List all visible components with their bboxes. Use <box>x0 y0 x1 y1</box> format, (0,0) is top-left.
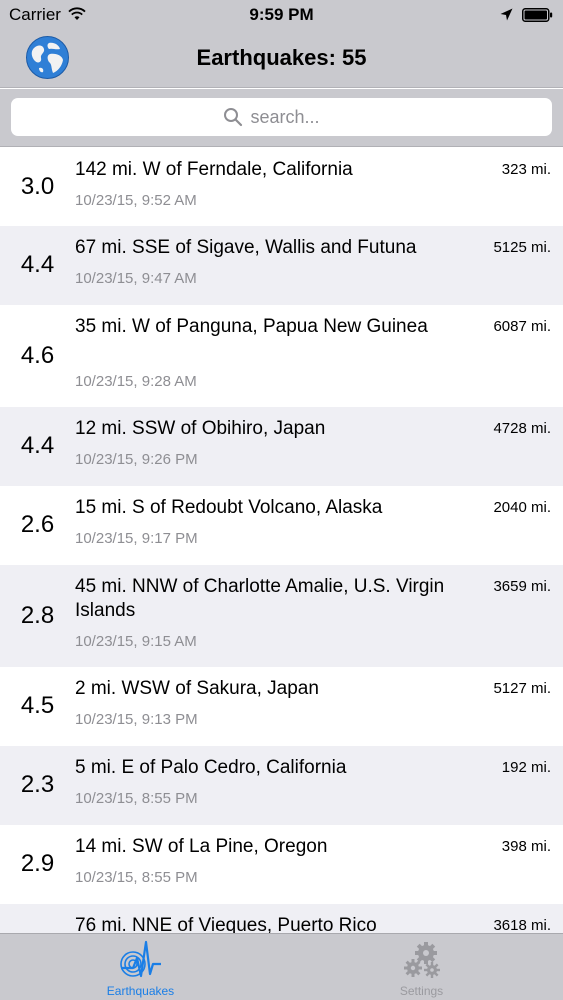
location-text: 2 mi. WSW of Sakura, Japan <box>75 678 319 699</box>
status-bar: Carrier 9:59 PM <box>0 0 563 30</box>
location-text: 45 mi. NNW of Charlotte Amalie, U.S. Vir… <box>75 576 445 621</box>
timestamp: 10/23/15, 9:13 PM <box>75 711 198 728</box>
status-time: 9:59 PM <box>249 5 314 24</box>
distance: 5125 mi. <box>493 239 551 256</box>
search-input[interactable] <box>250 106 341 128</box>
timestamp: 10/23/15, 9:17 PM <box>75 530 198 547</box>
location-arrow-icon <box>500 8 513 21</box>
battery-icon <box>522 8 553 22</box>
timestamp: 10/23/15, 8:55 PM <box>75 869 198 886</box>
earthquake-row[interactable]: 2.9 14 mi. SW of La Pine, Oregon 10/23/1… <box>0 825 563 904</box>
seismograph-icon <box>119 940 161 978</box>
timestamp: 10/23/15, 8:55 PM <box>75 790 198 807</box>
magnitude: 3.0 <box>20 173 55 200</box>
timestamp: 10/23/15, 9:15 AM <box>75 633 197 650</box>
navigation-bar: Earthquakes: 55 <box>0 30 563 88</box>
distance: 2040 mi. <box>493 499 551 516</box>
search-icon <box>223 108 242 127</box>
distance: 192 mi. <box>501 759 551 776</box>
earthquake-row[interactable]: 4.6 35 mi. W of Panguna, Papua New Guine… <box>0 305 563 407</box>
tab-settings[interactable]: Settings <box>281 934 562 1000</box>
distance: 3618 mi. <box>493 917 551 933</box>
search-bar <box>0 89 563 147</box>
timestamp: 10/23/15, 9:47 AM <box>75 270 197 287</box>
tab-earthquakes[interactable]: Earthquakes <box>0 934 281 1000</box>
distance: 4728 mi. <box>493 420 551 437</box>
earthquake-row[interactable]: 2.3 5 mi. E of Palo Cedro, California 10… <box>0 746 563 825</box>
tab-bar: Earthquakes Settings <box>0 933 563 1000</box>
location-text: 5 mi. E of Palo Cedro, California <box>75 757 347 778</box>
earthquake-list[interactable]: 3.0 142 mi. W of Ferndale, California 10… <box>0 148 563 933</box>
magnitude: 2.3 <box>20 771 55 798</box>
location-text: 12 mi. SSW of Obihiro, Japan <box>75 418 326 439</box>
location-text: 14 mi. SW of La Pine, Oregon <box>75 836 328 857</box>
location-text: 76 mi. NNE of Vieques, Puerto Rico <box>75 915 377 933</box>
page-title: Earthquakes: 55 <box>196 45 367 70</box>
earthquake-row[interactable]: 4.5 2 mi. WSW of Sakura, Japan 10/23/15,… <box>0 667 563 746</box>
distance: 3659 mi. <box>493 578 551 595</box>
tab-label: Earthquakes <box>106 984 175 998</box>
earthquake-row[interactable]: 76 mi. NNE of Vieques, Puerto Rico 3618 … <box>0 904 563 933</box>
location-text: 142 mi. W of Ferndale, California <box>75 159 353 180</box>
magnitude: 4.5 <box>20 692 55 719</box>
timestamp: 10/23/15, 9:26 PM <box>75 451 198 468</box>
timestamp: 10/23/15, 9:52 AM <box>75 192 197 209</box>
timestamp: 10/23/15, 9:28 AM <box>75 373 197 390</box>
earthquake-row[interactable]: 2.8 45 mi. NNW of Charlotte Amalie, U.S.… <box>0 565 563 667</box>
magnitude: 4.4 <box>20 432 55 459</box>
distance: 323 mi. <box>501 161 551 178</box>
distance: 6087 mi. <box>493 318 551 335</box>
gears-icon <box>403 942 440 978</box>
magnitude: 4.6 <box>20 342 55 369</box>
distance: 398 mi. <box>501 838 551 855</box>
tab-label: Settings <box>399 984 444 998</box>
earthquake-row[interactable]: 4.4 12 mi. SSW of Obihiro, Japan 10/23/1… <box>0 407 563 486</box>
earthquake-row[interactable]: 4.4 67 mi. SSE of Sigave, Wallis and Fut… <box>0 226 563 305</box>
search-field[interactable] <box>11 98 552 136</box>
earthquake-row[interactable]: 2.6 15 mi. S of Redoubt Volcano, Alaska … <box>0 486 563 565</box>
magnitude: 2.9 <box>20 850 55 877</box>
distance: 5127 mi. <box>493 680 551 697</box>
location-text: 67 mi. SSE of Sigave, Wallis and Futuna <box>75 237 417 258</box>
magnitude: 2.8 <box>20 602 55 629</box>
earthquake-row[interactable]: 3.0 142 mi. W of Ferndale, California 10… <box>0 148 563 226</box>
location-text: 35 mi. W of Panguna, Papua New Guinea <box>75 316 428 337</box>
magnitude: 2.6 <box>20 511 55 538</box>
location-text: 15 mi. S of Redoubt Volcano, Alaska <box>75 497 383 518</box>
magnitude: 4.4 <box>20 251 55 278</box>
